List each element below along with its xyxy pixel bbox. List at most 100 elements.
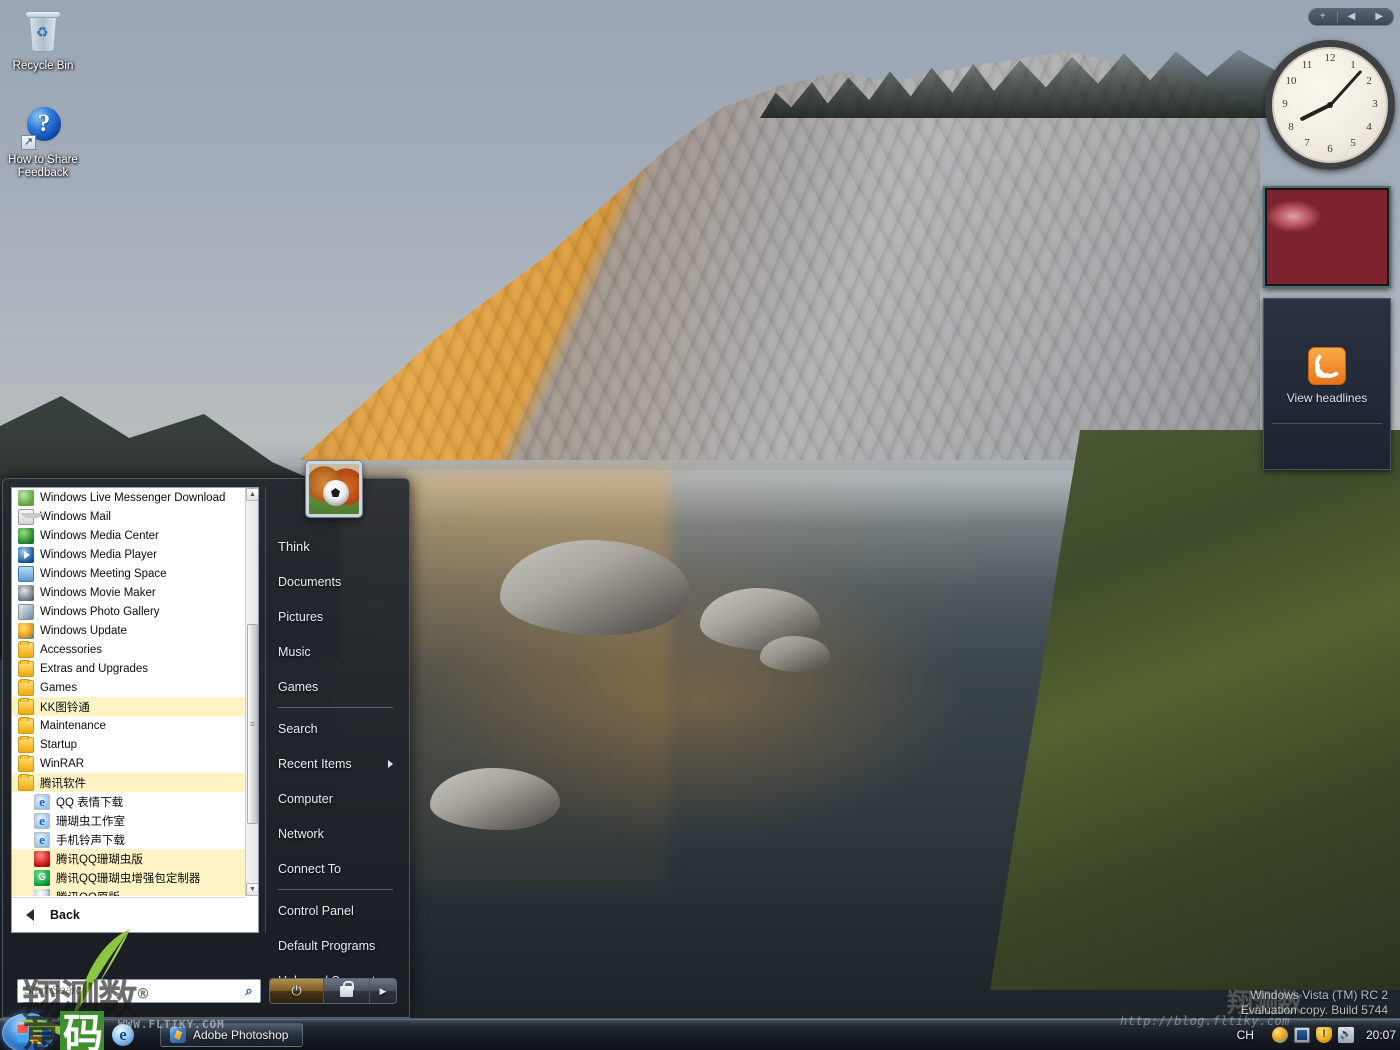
start-menu-place-default-programs[interactable]: Default Programs	[266, 928, 403, 963]
program-list-item[interactable]: Startup	[12, 735, 245, 754]
program-list-item-label: Startup	[40, 738, 78, 751]
volume-icon[interactable]	[1337, 1027, 1354, 1043]
back-button[interactable]: Back	[12, 897, 245, 932]
clock-numeral: 6	[1327, 143, 1333, 155]
photo-gallery-icon	[18, 603, 34, 620]
program-list-item-label: Windows Media Center	[40, 529, 159, 542]
start-menu-place-recent-items[interactable]: Recent Items	[266, 746, 403, 781]
start-menu-place-search[interactable]: Search	[266, 711, 403, 746]
program-list-item[interactable]: QQ 表情下载	[12, 792, 245, 811]
folder-icon	[18, 640, 34, 658]
clock-gadget[interactable]: 12 1 2 3 4 5 6 7 8 9 10 11	[1265, 40, 1395, 170]
program-list-item[interactable]: Windows Media Center	[12, 526, 245, 545]
qq-penguin-icon	[34, 888, 50, 896]
ime-indicator[interactable]: CH	[1237, 1028, 1254, 1042]
power-options-button[interactable]: ▶	[370, 979, 396, 1003]
sidebar-prev-icon[interactable]: ◀	[1338, 9, 1366, 25]
program-list-item[interactable]: 腾讯QQ珊瑚虫增强包定制器	[12, 868, 245, 887]
slideshow-gadget[interactable]	[1263, 186, 1391, 288]
scrollbar-thumb[interactable]	[247, 624, 258, 824]
feed-headlines-gadget[interactable]: View headlines	[1263, 298, 1391, 470]
movie-maker-icon	[18, 584, 34, 601]
folder-icon	[18, 697, 34, 715]
start-menu-place-games[interactable]: Games	[266, 669, 403, 704]
sidebar-add-gadget-icon[interactable]: +	[1309, 9, 1337, 25]
programs-list[interactable]: Windows Live Messenger Download Windows M…	[12, 488, 245, 896]
program-list-item[interactable]: Windows Live Messenger Download	[12, 488, 245, 507]
help-question-icon: ? ↗	[19, 102, 67, 150]
program-list-item-label: Windows Movie Maker	[40, 586, 156, 599]
internet-explorer-icon[interactable]	[112, 1024, 134, 1046]
shutdown-button[interactable]	[270, 979, 324, 1003]
program-list-item-label: 腾讯QQ珊瑚虫版	[56, 853, 143, 866]
update-icon	[18, 622, 34, 639]
start-menu-place-network[interactable]: Network	[266, 816, 403, 851]
program-list-item[interactable]: 手机铃声下载	[12, 830, 245, 849]
feed-divider	[1272, 423, 1382, 424]
folder-icon	[18, 659, 34, 677]
network-icon[interactable]	[1271, 1027, 1288, 1043]
places-list[interactable]: Documents Pictures Music Games Search Recent …	[266, 564, 403, 998]
feed-headlines-label: View headlines	[1286, 391, 1368, 405]
program-list-item[interactable]: Windows Movie Maker	[12, 583, 245, 602]
search-icon[interactable]: ⌕	[238, 983, 260, 999]
programs-scrollbar[interactable]: ▲ ▼	[245, 488, 258, 896]
wallpaper-treeline	[760, 49, 1280, 118]
clock-numeral: 10	[1285, 75, 1297, 87]
program-list-item[interactable]: Games	[12, 678, 245, 697]
program-list-item[interactable]: 珊瑚虫工作室	[12, 811, 245, 830]
sidebar-next-icon[interactable]: ▶	[1365, 9, 1393, 25]
avatar[interactable]	[306, 461, 362, 517]
program-list-item-label: KK图铃通	[40, 701, 90, 714]
display-icon[interactable]	[1293, 1027, 1310, 1043]
start-menu-place-documents[interactable]: Documents	[266, 564, 403, 599]
windows-sidebar: + ◀ ▶ 12 1 2 3 4 5 6 7 8 9 10 11 View he…	[1260, 0, 1400, 1018]
program-list-item[interactable]: Windows Media Player	[12, 545, 245, 564]
program-list-item[interactable]: Accessories	[12, 640, 245, 659]
soccer-ball-icon	[323, 480, 349, 506]
start-button[interactable]	[2, 1013, 54, 1050]
windows-logo-icon	[17, 1022, 42, 1045]
sidebar-controls[interactable]: + ◀ ▶	[1308, 8, 1394, 26]
program-list-item-label: Windows Live Messenger Download	[40, 491, 226, 504]
start-search-box[interactable]: Start Search ⌕	[17, 979, 261, 1003]
desktop-icon-label: Recycle Bin	[12, 60, 74, 72]
program-list-item-label: Windows Mail	[40, 510, 111, 523]
program-list-item[interactable]: Windows Photo Gallery	[12, 602, 245, 621]
clock-numeral: 5	[1350, 137, 1356, 149]
program-list-item-label: Extras and Upgrades	[40, 662, 149, 675]
start-menu-place-music[interactable]: Music	[266, 634, 403, 669]
taskbar-item-adobe-photoshop[interactable]: Adobe Photoshop	[160, 1023, 304, 1047]
desktop-icon-label: How to Share Feedback	[8, 154, 78, 179]
start-menu-place-computer[interactable]: Computer	[266, 781, 403, 816]
program-list-item[interactable]: Windows Meeting Space	[12, 564, 245, 583]
program-list-item-label: 腾讯软件	[40, 777, 86, 790]
desktop-icon-how-to-share-feedback[interactable]: ? ↗ How to Share Feedback	[0, 102, 86, 180]
program-list-item[interactable]: Extras and Upgrades	[12, 659, 245, 678]
places-divider	[278, 707, 393, 708]
program-list-item[interactable]: WinRAR	[12, 754, 245, 773]
program-list-item-label: 珊瑚虫工作室	[56, 815, 125, 828]
start-menu-place-connect-to[interactable]: Connect To	[266, 851, 403, 886]
submenu-arrow-icon	[388, 759, 393, 768]
start-menu-place-pictures[interactable]: Pictures	[266, 599, 403, 634]
scroll-down-icon[interactable]: ▼	[246, 883, 258, 896]
program-list-item[interactable]: 腾讯软件	[12, 773, 245, 792]
program-list-item[interactable]: Windows Update	[12, 621, 245, 640]
power-buttons-group: ▶	[269, 978, 397, 1004]
meeting-space-icon	[18, 565, 34, 582]
program-list-item[interactable]: KK图铃通	[12, 697, 245, 716]
program-list-item[interactable]: Maintenance	[12, 716, 245, 735]
program-list-item[interactable]: 腾讯QQ原版	[12, 887, 245, 896]
search-input[interactable]: Start Search	[18, 985, 238, 997]
program-list-item[interactable]: Windows Mail	[12, 507, 245, 526]
lock-button[interactable]	[324, 979, 370, 1003]
folder-icon	[18, 716, 34, 734]
program-list-item-label: 腾讯QQ珊瑚虫增强包定制器	[56, 872, 201, 885]
security-shield-icon[interactable]	[1315, 1027, 1332, 1043]
taskbar-clock[interactable]: 20:07	[1366, 1028, 1396, 1042]
start-menu-place-control-panel[interactable]: Control Panel	[266, 893, 403, 928]
scroll-up-icon[interactable]: ▲	[246, 488, 258, 501]
desktop-icon-recycle-bin[interactable]: ♻ Recycle Bin	[0, 8, 86, 73]
program-list-item[interactable]: 腾讯QQ珊瑚虫版	[12, 849, 245, 868]
